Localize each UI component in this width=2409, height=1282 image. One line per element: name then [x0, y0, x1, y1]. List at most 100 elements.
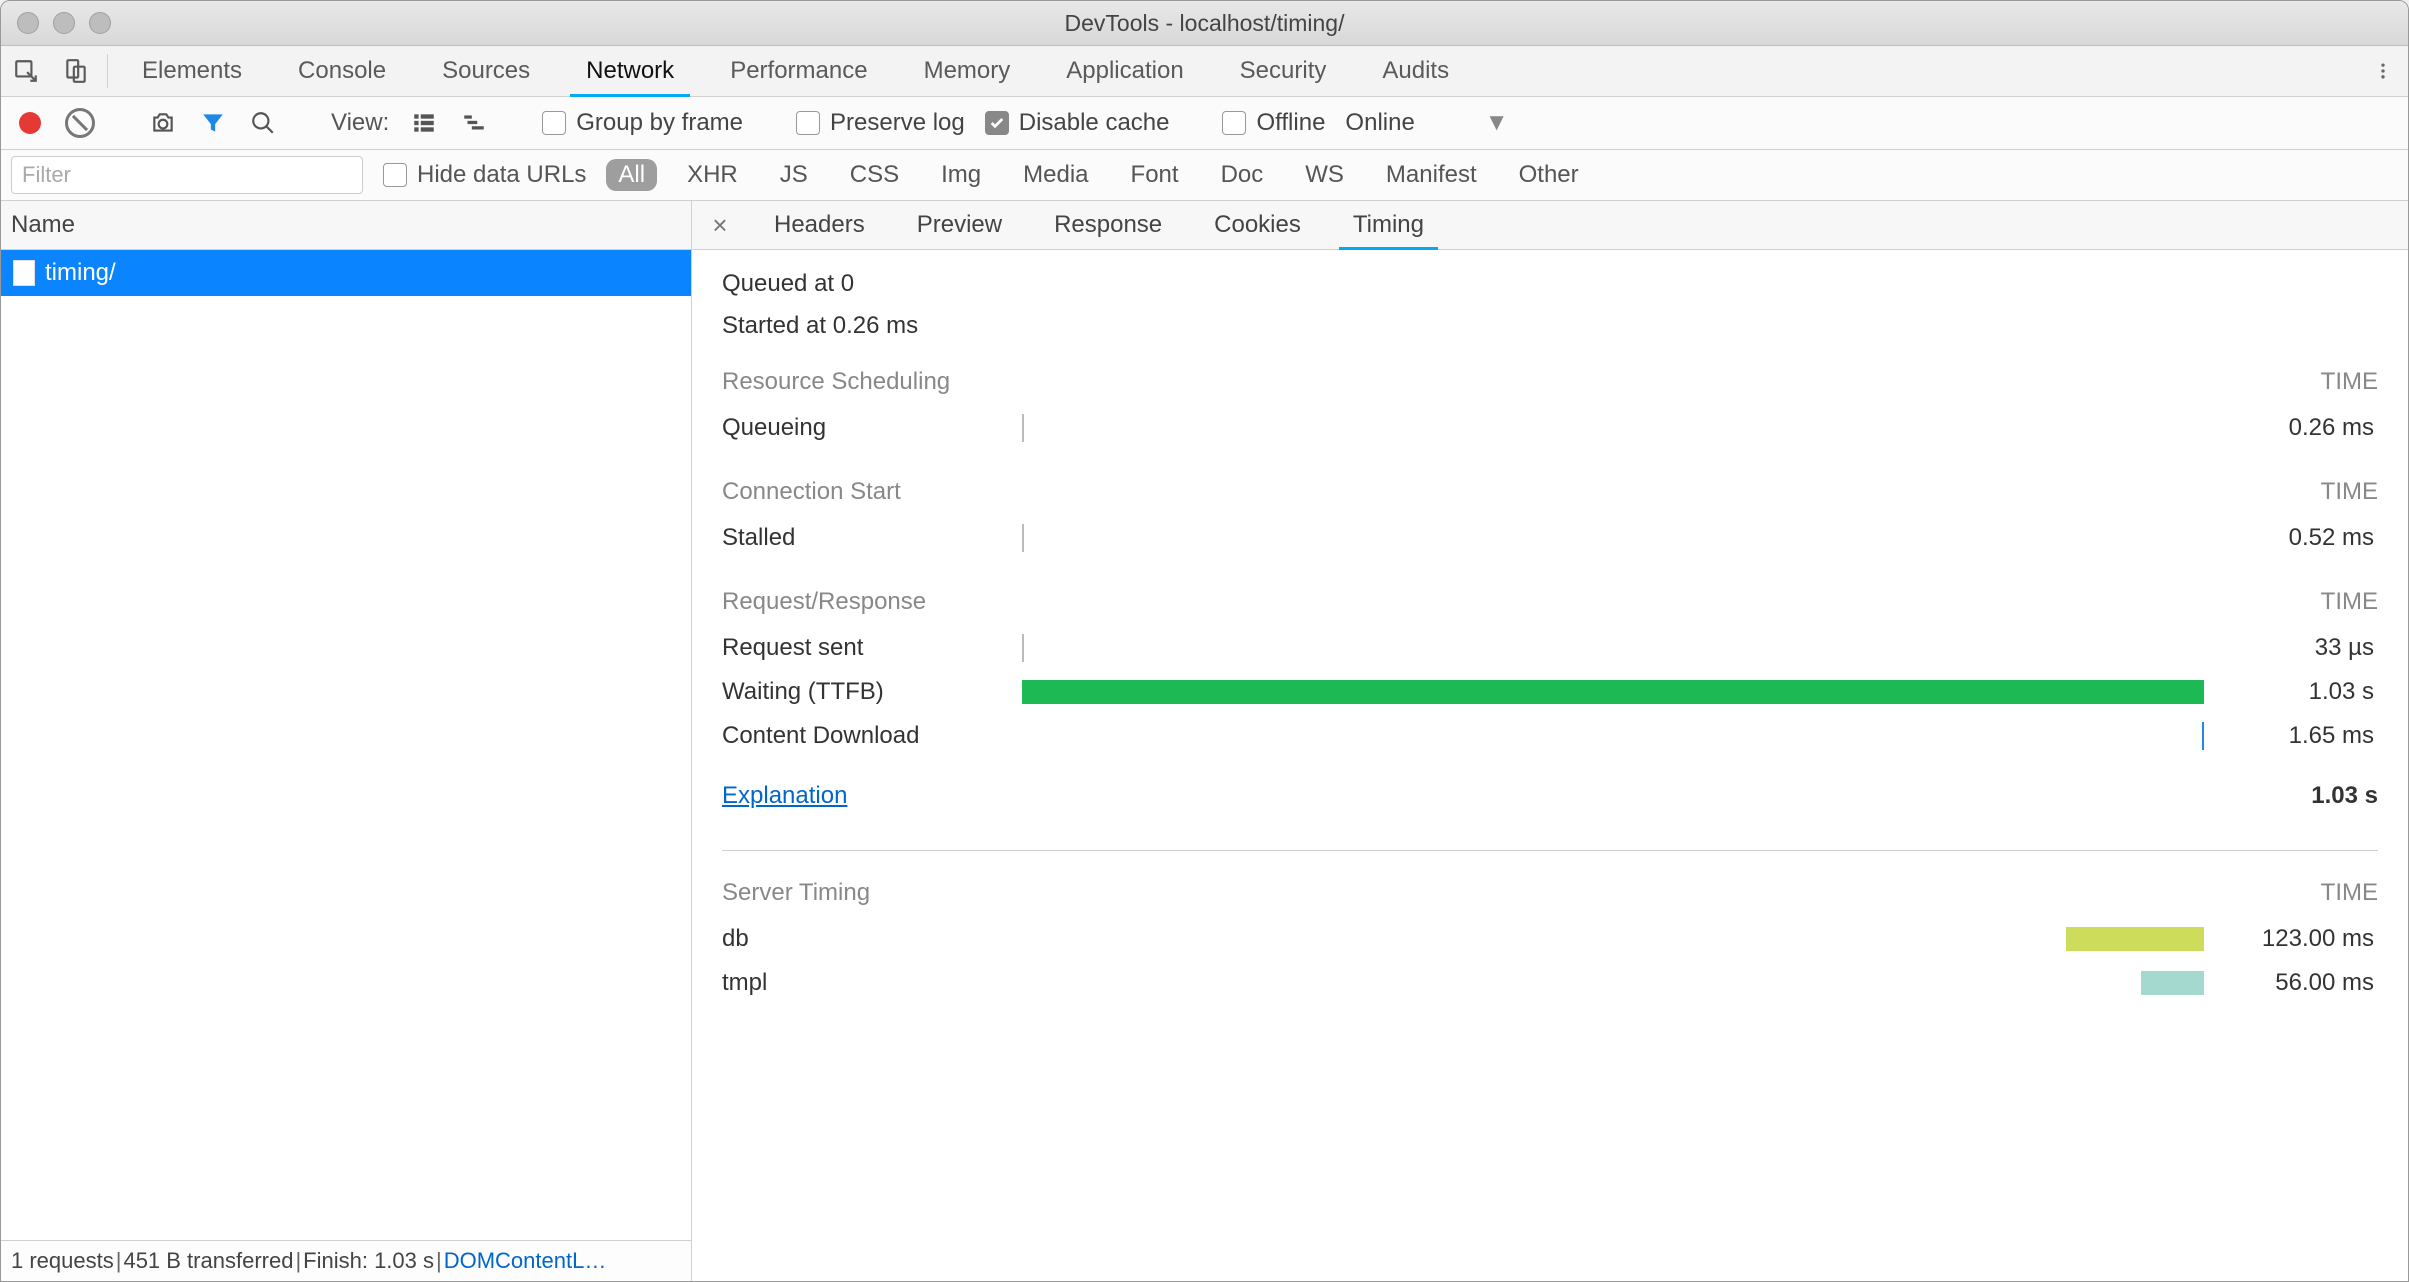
- time-column-label: TIME: [2321, 879, 2378, 907]
- disable-cache-label: Disable cache: [1019, 109, 1170, 137]
- offline-label: Offline: [1256, 109, 1325, 137]
- hide-data-urls-label: Hide data URLs: [417, 161, 586, 189]
- tab-console[interactable]: Console: [270, 46, 414, 96]
- request-row[interactable]: timing/: [1, 250, 691, 296]
- timing-row-value: 56.00 ms: [2204, 969, 2378, 997]
- filter-type-ws[interactable]: WS: [1293, 159, 1356, 191]
- document-icon: [13, 260, 35, 286]
- offline-checkbox[interactable]: Offline: [1222, 109, 1325, 137]
- server-timing-title: Server Timing: [722, 879, 870, 907]
- hide-data-urls-checkbox[interactable]: Hide data URLs: [383, 161, 586, 189]
- device-toolbar-icon[interactable]: [51, 46, 101, 96]
- time-column-label: TIME: [2321, 588, 2378, 616]
- tab-sources[interactable]: Sources: [414, 46, 558, 96]
- timing-section-title: Request/Response: [722, 588, 926, 616]
- filter-type-other[interactable]: Other: [1507, 159, 1591, 191]
- filter-type-js[interactable]: JS: [768, 159, 820, 191]
- inspect-element-icon[interactable]: [1, 46, 51, 96]
- timing-row-value: 0.52 ms: [2204, 524, 2378, 552]
- disable-cache-checkbox[interactable]: Disable cache: [985, 109, 1170, 137]
- detail-tab-headers[interactable]: Headers: [748, 201, 891, 249]
- waterfall-view-icon[interactable]: [459, 108, 489, 138]
- timing-section: Resource SchedulingTIMEQueueing0.26 ms: [722, 368, 2378, 450]
- filter-type-img[interactable]: Img: [929, 159, 993, 191]
- timing-row-bar: [1022, 636, 2204, 660]
- timing-row-bar: [1022, 526, 2204, 550]
- detail-tab-cookies[interactable]: Cookies: [1188, 201, 1327, 249]
- detail-tab-preview[interactable]: Preview: [891, 201, 1028, 249]
- tab-application[interactable]: Application: [1038, 46, 1211, 96]
- timing-row-bar: [1022, 971, 2204, 995]
- filter-type-manifest[interactable]: Manifest: [1374, 159, 1489, 191]
- timing-row-label: Content Download: [722, 722, 1022, 750]
- timing-row-value: 123.00 ms: [2204, 925, 2378, 953]
- zoom-window-icon[interactable]: [89, 12, 111, 34]
- timing-row-value: 33 µs: [2204, 634, 2378, 662]
- timing-row-label: Queueing: [722, 414, 1022, 442]
- close-window-icon[interactable]: [17, 12, 39, 34]
- status-finish: Finish: 1.03 s: [303, 1248, 434, 1274]
- tab-security[interactable]: Security: [1212, 46, 1355, 96]
- timing-row: db 123.00 ms: [722, 917, 2378, 961]
- status-requests: 1 requests: [11, 1248, 114, 1274]
- preserve-log-label: Preserve log: [830, 109, 965, 137]
- server-timing-section: Server Timing TIME db123.00 mstmpl56.00 …: [722, 879, 2378, 1005]
- tab-memory[interactable]: Memory: [896, 46, 1039, 96]
- tab-audits[interactable]: Audits: [1354, 46, 1477, 96]
- timing-section: Connection StartTIMEStalled0.52 ms: [722, 478, 2378, 560]
- minimize-window-icon[interactable]: [53, 12, 75, 34]
- status-domcontentloaded: DOMContentL…: [444, 1248, 607, 1274]
- separator: [107, 54, 108, 88]
- window-title: DevTools - localhost/timing/: [1, 10, 2408, 37]
- detail-tab-timing[interactable]: Timing: [1327, 201, 1450, 249]
- chevron-down-icon: ▼: [1485, 109, 1509, 137]
- preserve-log-checkbox[interactable]: Preserve log: [796, 109, 965, 137]
- large-rows-icon[interactable]: [409, 108, 439, 138]
- timing-row: Request sent 33 µs: [722, 626, 2378, 670]
- devtools-panel-tabs: ElementsConsoleSourcesNetworkPerformance…: [1, 46, 2408, 97]
- timing-summary: Queued at 0 Started at 0.26 ms: [722, 270, 2378, 340]
- filter-type-doc[interactable]: Doc: [1209, 159, 1276, 191]
- timing-row: Content Download1.65 ms: [722, 714, 2378, 758]
- detail-tabs: × HeadersPreviewResponseCookiesTiming: [692, 201, 2408, 250]
- filter-type-xhr[interactable]: XHR: [675, 159, 750, 191]
- timing-row-bar: [1022, 724, 2204, 748]
- column-header-name[interactable]: Name: [1, 201, 691, 250]
- timing-row: Waiting (TTFB)1.03 s: [722, 670, 2378, 714]
- detail-tab-response[interactable]: Response: [1028, 201, 1188, 249]
- record-button[interactable]: [15, 108, 45, 138]
- filter-type-media[interactable]: Media: [1011, 159, 1100, 191]
- timing-row-label: Stalled: [722, 524, 1022, 552]
- window-controls: [17, 12, 111, 34]
- search-icon[interactable]: [248, 108, 278, 138]
- timing-row-bar: [1022, 927, 2204, 951]
- tab-network[interactable]: Network: [558, 46, 702, 96]
- throttling-select[interactable]: Online ▼: [1345, 109, 1508, 137]
- time-column-label: TIME: [2321, 478, 2378, 506]
- started-at: Started at 0.26 ms: [722, 312, 2378, 340]
- network-status-bar: 1 requests | 451 B transferred | Finish:…: [1, 1240, 691, 1281]
- filter-toggle-icon[interactable]: [198, 108, 228, 138]
- request-name: timing/: [45, 259, 116, 287]
- tab-performance[interactable]: Performance: [702, 46, 895, 96]
- timing-row-label: Request sent: [722, 634, 1022, 662]
- timing-section: Request/Response TIME Request sent 33 µs Wai…: [722, 588, 2378, 758]
- filter-type-all[interactable]: All: [606, 159, 657, 191]
- more-options-icon[interactable]: [2358, 46, 2408, 96]
- group-by-frame-checkbox[interactable]: Group by frame: [542, 109, 743, 137]
- filter-input[interactable]: [11, 156, 363, 194]
- timing-section-title: Resource Scheduling: [722, 368, 950, 396]
- timing-row-label: db: [722, 925, 1022, 953]
- timing-row-value: 1.03 s: [2204, 678, 2378, 706]
- clear-button[interactable]: [65, 108, 95, 138]
- filter-type-font[interactable]: Font: [1119, 159, 1191, 191]
- filter-type-css[interactable]: CSS: [838, 159, 911, 191]
- close-detail-icon[interactable]: ×: [692, 201, 748, 249]
- tab-elements[interactable]: Elements: [114, 46, 270, 96]
- explanation-link[interactable]: Explanation: [722, 782, 847, 810]
- timing-row: Queueing0.26 ms: [722, 406, 2378, 450]
- timing-row-bar: [1022, 416, 2204, 440]
- status-transferred: 451 B transferred: [123, 1248, 293, 1274]
- screenshot-icon[interactable]: [148, 108, 178, 138]
- timing-row-bar: [1022, 680, 2204, 704]
